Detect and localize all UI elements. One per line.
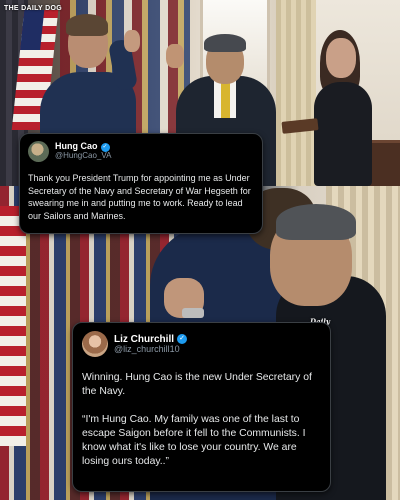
person-cao-hand (166, 44, 184, 68)
handle[interactable]: @HungCao_VA (55, 151, 111, 161)
tweet-text: Thank you President Trump for appointing… (28, 173, 251, 221)
tweet-header: Hung Cao ✓ @HungCao_VA (28, 141, 254, 162)
person-cao-hair (276, 204, 356, 240)
watermark: THE DAILY DOG (4, 5, 62, 12)
display-name[interactable]: Liz Churchill (114, 334, 174, 345)
us-flag (0, 206, 26, 446)
person-cao-hair (204, 34, 246, 52)
curtain-right (276, 0, 316, 186)
tweet-card-hung-cao[interactable]: Hung Cao ✓ @HungCao_VA Thank you Preside… (19, 133, 263, 234)
tweet-card-liz-churchill[interactable]: Liz Churchill ✓ @liz_churchill10 Winning… (72, 322, 331, 492)
watch (182, 308, 204, 318)
person-woman-body (314, 82, 372, 186)
tweet-author: Hung Cao ✓ @HungCao_VA (55, 141, 111, 161)
person-hegseth-hand (124, 30, 140, 52)
verified-badge-icon: ✓ (177, 334, 187, 345)
tweet-paragraph: Winning. Hung Cao is the new Under Secre… (82, 372, 312, 397)
tweet-header: Liz Churchill ✓ @liz_churchill10 (82, 331, 321, 357)
person-woman-head (326, 38, 356, 78)
avatar[interactable] (82, 331, 108, 357)
handle[interactable]: @liz_churchill10 (114, 344, 187, 355)
avatar[interactable] (28, 141, 49, 162)
person-hegseth-hair (66, 14, 108, 36)
person-cao-tie (221, 82, 230, 118)
tweet-paragraph: “I'm Hung Cao. My family was one of the … (82, 414, 306, 467)
tweet-author: Liz Churchill ✓ @liz_churchill10 (114, 334, 187, 355)
tweet-text: Winning. Hung Cao is the new Under Secre… (82, 371, 321, 469)
name-row: Liz Churchill ✓ (114, 334, 187, 345)
